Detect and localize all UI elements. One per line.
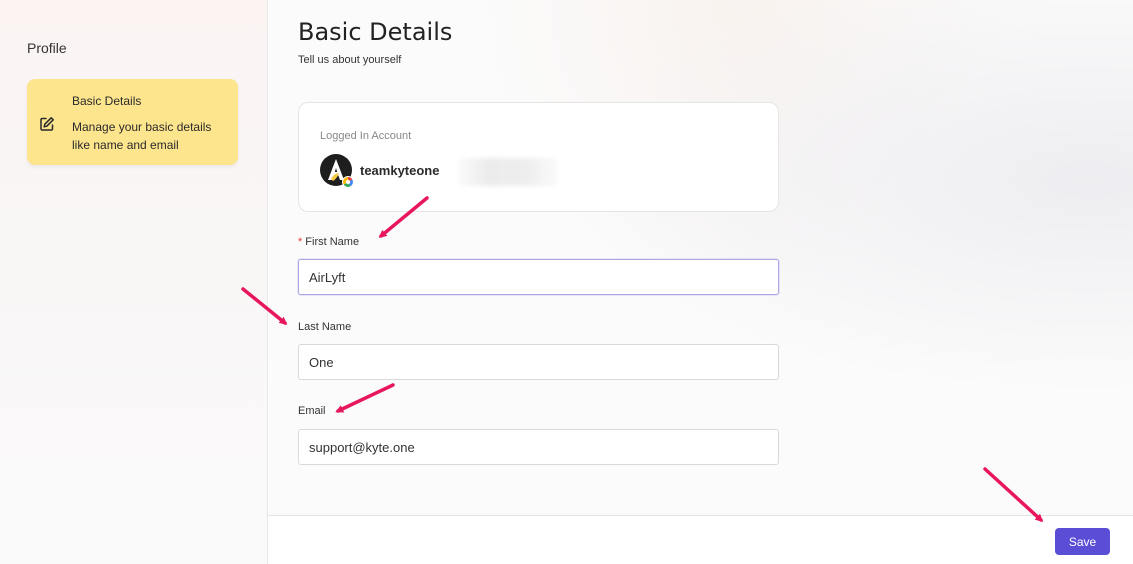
sidebar-title: Profile xyxy=(27,40,67,56)
account-username: teamkyteone xyxy=(360,163,440,178)
first-name-label: * First Name xyxy=(298,236,359,248)
sidebar-item-description: Manage your basic details like name and … xyxy=(72,120,212,152)
sidebar-item-basic-details[interactable]: Basic Details Manage your basic details … xyxy=(27,79,238,165)
page-subtitle: Tell us about yourself xyxy=(298,54,402,66)
footer-bar xyxy=(268,515,1133,564)
email-label: Email xyxy=(298,405,326,417)
email-input[interactable] xyxy=(298,429,779,465)
first-name-label-text: First Name xyxy=(305,236,360,248)
sidebar: Profile Basic Details Manage your basic … xyxy=(0,0,268,564)
save-button[interactable]: Save xyxy=(1055,528,1110,555)
redacted-area xyxy=(459,158,557,186)
avatar-logo-icon xyxy=(319,153,355,189)
edit-icon xyxy=(39,116,55,132)
page-title: Basic Details xyxy=(298,18,453,46)
sidebar-item-title: Basic Details xyxy=(72,94,142,108)
logged-in-account-card: Logged In Account teamkyteone xyxy=(298,102,779,212)
account-label: Logged In Account xyxy=(320,130,412,142)
required-mark: * xyxy=(298,236,303,248)
last-name-input[interactable] xyxy=(298,344,779,380)
first-name-input[interactable] xyxy=(298,259,779,295)
last-name-label: Last Name xyxy=(298,321,352,333)
